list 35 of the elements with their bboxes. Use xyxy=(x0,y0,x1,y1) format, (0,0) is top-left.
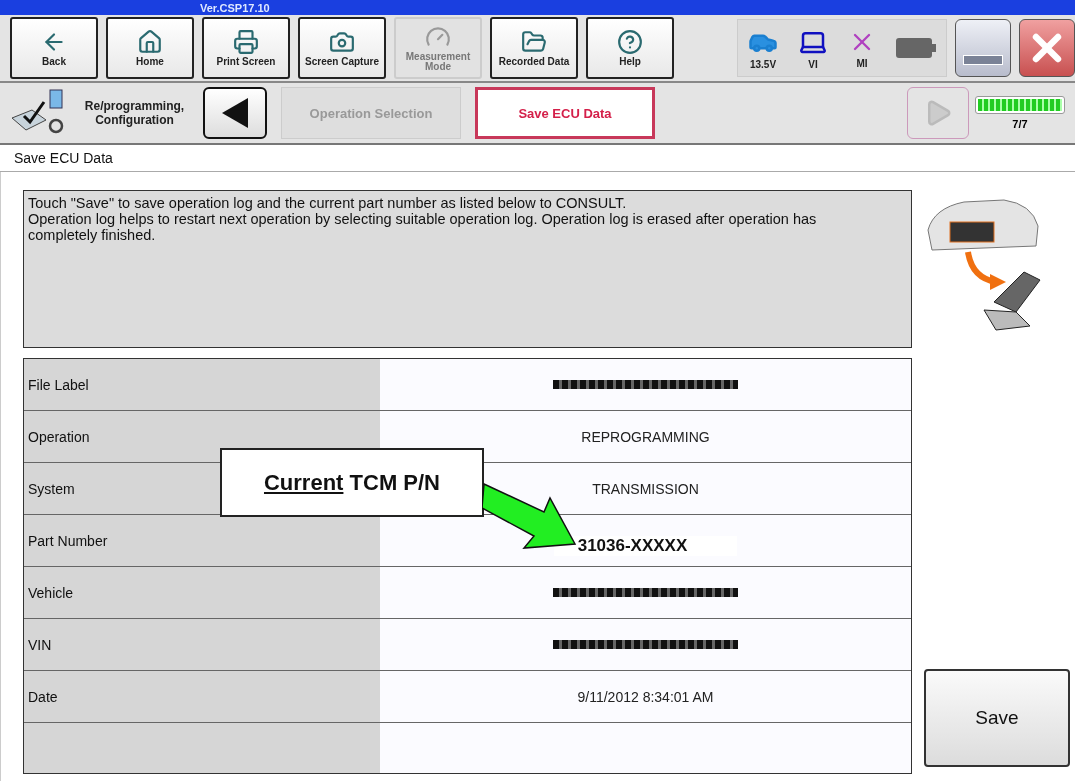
toolbar-button[interactable]: Screen Capture xyxy=(298,17,386,79)
toolbar-button[interactable]: Print Screen xyxy=(202,17,290,79)
callout-label: Current TCM P/N xyxy=(220,448,484,517)
toolbar-button[interactable]: Help xyxy=(586,17,674,79)
camera-icon xyxy=(329,29,355,55)
folder-icon xyxy=(521,29,547,55)
row-label: Date xyxy=(24,671,380,722)
previous-button[interactable] xyxy=(203,87,267,139)
part-number-value: 31036-XXXXX xyxy=(553,535,738,556)
instruction-text: Touch "Save" to save operation log and the current part number as listed below to CONSULT. Operation log helps to restart next operation by selecting suitable operation log. Operation log is erased after operation has completely finished. xyxy=(23,190,912,348)
minimize-button[interactable] xyxy=(955,19,1011,77)
row-label: Part Number xyxy=(24,515,380,566)
row-value: 9/11/2012 8:34:01 AM xyxy=(380,671,911,722)
row-value: REPROGRAMMING xyxy=(380,411,911,462)
left-triangle-icon xyxy=(222,98,248,128)
save-button[interactable]: Save xyxy=(924,669,1070,767)
toolbar-button[interactable]: Recorded Data xyxy=(490,17,578,79)
function-title: Re/programming, Configuration xyxy=(83,99,186,127)
status-label: MI xyxy=(856,57,868,69)
step-tab[interactable]: Save ECU Data xyxy=(475,87,655,139)
row-label: File Label xyxy=(24,359,380,410)
section-title: Save ECU Data xyxy=(14,150,113,166)
window-title: Ver.CSP17.10 xyxy=(200,1,270,14)
toolbar-button[interactable]: Home xyxy=(106,17,194,79)
battery-icon xyxy=(896,38,936,58)
row-label: VIN xyxy=(24,619,380,670)
row-label: Vehicle xyxy=(24,567,380,618)
status-label: 13.5V xyxy=(749,58,777,70)
help-icon xyxy=(617,29,643,55)
status-label: VI xyxy=(808,58,818,70)
printer-icon xyxy=(233,29,259,55)
toolbar-button[interactable]: Back xyxy=(10,17,98,79)
close-button[interactable] xyxy=(1019,19,1075,77)
home-icon xyxy=(137,29,163,55)
progress-count: 7/7 xyxy=(1012,118,1028,130)
